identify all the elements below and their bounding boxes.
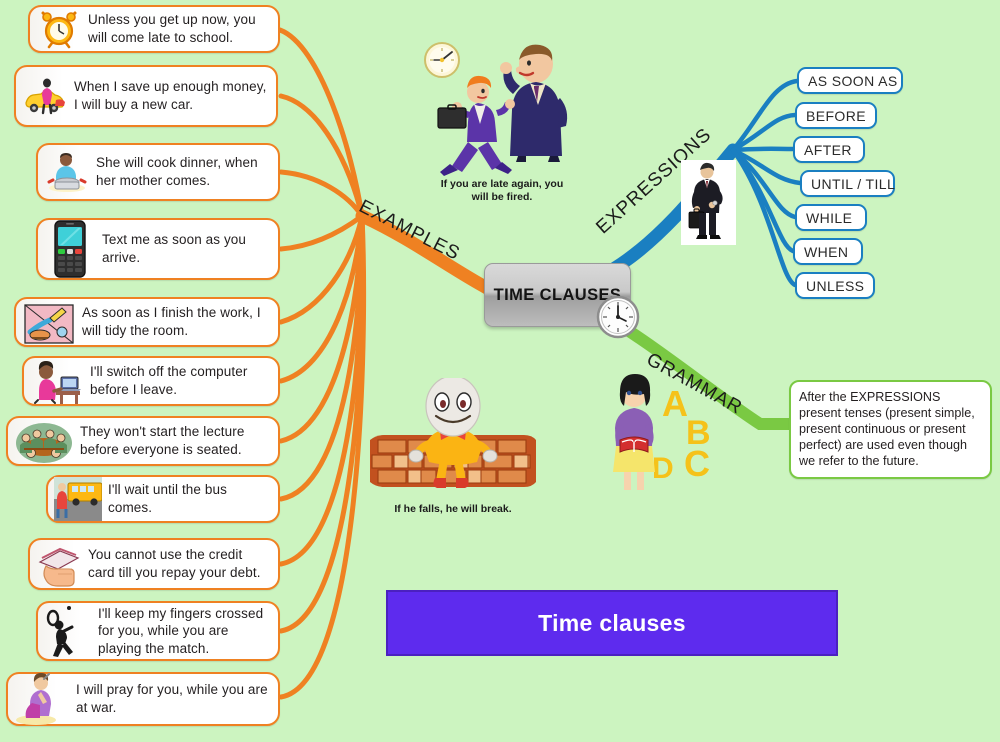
person-at-computer-icon — [30, 361, 84, 404]
businessman-checking-watch-illustration — [681, 160, 736, 245]
example-text-3: She will cook dinner, when her mother co… — [96, 155, 258, 188]
grammar-note-box[interactable]: After the EXPRESSIONS present tenses (pr… — [789, 380, 992, 479]
mobile-phone-icon — [44, 219, 96, 279]
expression-box-5[interactable]: WHILE — [795, 204, 867, 231]
example-text-11: I will pray for you, while you are at wa… — [76, 682, 268, 715]
example-box-11[interactable]: I will pray for you, while you are at wa… — [6, 672, 280, 726]
svg-text:C: C — [684, 443, 710, 484]
alarm-clock-icon — [36, 9, 82, 49]
mindmap-canvas: TIME CLAUSES EXAMPLES EXPRESSIONS GRAMMA… — [0, 0, 1000, 742]
example-text-9: You cannot use the credit card till you … — [88, 547, 261, 580]
school-bus-icon — [54, 477, 103, 521]
expression-box-4[interactable]: UNTIL / TILL — [800, 170, 895, 197]
title-bar-label: Time clauses — [538, 609, 686, 636]
expression-label-1: AS SOON AS — [808, 72, 898, 89]
example-text-6: I'll switch off the computer before I le… — [90, 364, 248, 397]
expression-label-3: AFTER — [804, 141, 852, 158]
expression-label-6: WHEN — [804, 243, 849, 260]
expression-box-3[interactable]: AFTER — [793, 136, 865, 163]
tennis-player-icon — [44, 603, 92, 659]
credit-card-hand-icon — [36, 544, 82, 587]
example-box-9[interactable]: You cannot use the credit card till you … — [28, 538, 280, 590]
example-box-7[interactable]: They won't start the lecture before ever… — [6, 416, 280, 466]
example-text-4: Text me as soon as you arrive. — [102, 232, 247, 265]
teacher-with-abc-illustration: A B C D — [613, 374, 711, 490]
expression-label-5: WHILE — [806, 209, 853, 226]
cleaning-tools-icon — [22, 302, 76, 344]
example-text-5: As soon as I finish the work, I will tid… — [82, 305, 261, 338]
humpty-dumpty-caption: If he falls, he will break. — [394, 503, 512, 515]
branch-label-examples: EXAMPLES — [355, 196, 464, 265]
example-box-2[interactable]: When I save up enough money, I will buy … — [14, 65, 278, 127]
lecture-audience-icon — [14, 421, 74, 463]
example-box-1[interactable]: Unless you get up now, you will come lat… — [28, 5, 280, 53]
svg-text:D: D — [652, 452, 674, 485]
late-employee-boss-illustration — [424, 42, 568, 176]
example-text-2: When I save up enough money, I will buy … — [74, 79, 267, 112]
example-box-10[interactable]: I'll keep my fingers crossed for you, wh… — [36, 601, 280, 661]
new-car-icon — [22, 76, 68, 116]
praying-person-icon — [14, 673, 70, 725]
example-box-5[interactable]: As soon as I finish the work, I will tid… — [14, 297, 280, 347]
expression-box-6[interactable]: WHEN — [793, 238, 863, 265]
example-text-8: I'll wait until the bus comes. — [108, 482, 227, 515]
example-box-6[interactable]: I'll switch off the computer before I le… — [22, 356, 280, 406]
cooking-icon — [44, 152, 90, 192]
svg-text:A: A — [662, 383, 688, 424]
example-text-10: I'll keep my fingers crossed for you, wh… — [98, 605, 264, 656]
expression-label-2: BEFORE — [806, 107, 866, 124]
expression-label-7: UNLESS — [806, 277, 865, 294]
late-employee-caption: If you are late again, you will be fired… — [440, 178, 564, 204]
example-box-3[interactable]: She will cook dinner, when her mother co… — [36, 143, 280, 201]
clock-icon — [596, 295, 640, 339]
expression-label-4: UNTIL / TILL — [811, 175, 896, 192]
grammar-note-text: After the EXPRESSIONS present tenses (pr… — [799, 390, 975, 469]
expression-box-2[interactable]: BEFORE — [795, 102, 877, 129]
title-bar: Time clauses — [386, 590, 838, 656]
example-box-4[interactable]: Text me as soon as you arrive. — [36, 218, 280, 280]
expression-box-1[interactable]: AS SOON AS — [797, 67, 903, 94]
example-box-8[interactable]: I'll wait until the bus comes. — [46, 475, 280, 523]
humpty-dumpty-on-wall-illustration — [370, 378, 536, 488]
expression-box-7[interactable]: UNLESS — [795, 272, 875, 299]
example-text-1: Unless you get up now, you will come lat… — [88, 12, 256, 45]
example-text-7: They won't start the lecture before ever… — [80, 424, 245, 457]
